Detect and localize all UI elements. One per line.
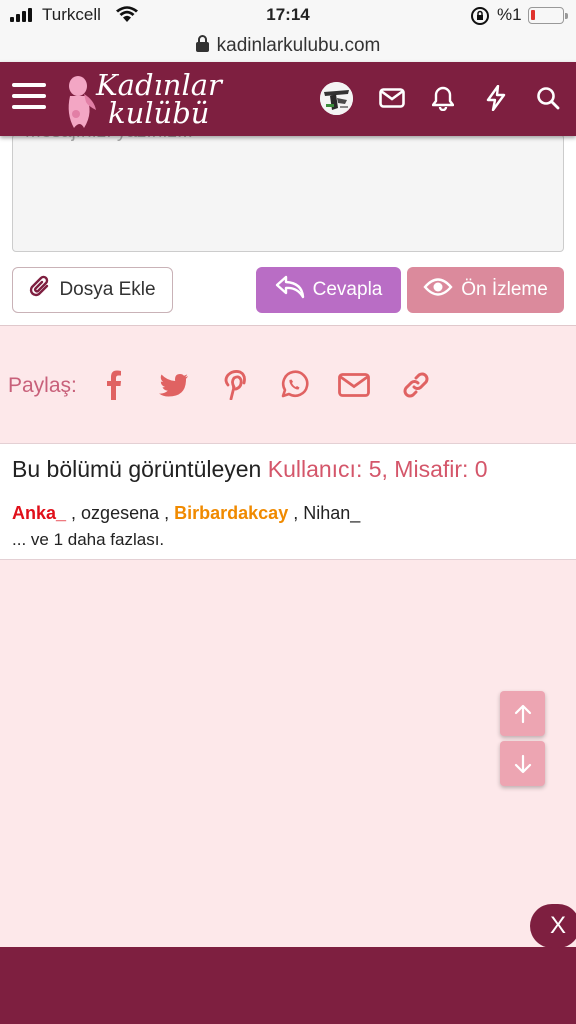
footer-bar (0, 947, 576, 1024)
viewer-separator: , (66, 503, 82, 523)
scroll-top-button[interactable] (500, 691, 545, 736)
address-bar[interactable]: kadinlarkulubu.com (0, 30, 576, 62)
viewer-user-link[interactable]: Nihan_ (303, 503, 360, 523)
mail-icon[interactable] (376, 82, 408, 114)
viewers-more: ... ve 1 daha fazlası. (12, 530, 165, 549)
bell-icon[interactable] (427, 82, 459, 114)
logo-line2: kulübü (108, 96, 210, 130)
reply-editor: Mesajınızı yazınız... Dosya Ekle Cevapla… (0, 121, 576, 326)
paperclip-icon (29, 275, 51, 305)
arrow-up-icon (514, 704, 531, 723)
close-ad-button[interactable]: X (530, 904, 576, 948)
message-textarea[interactable]: Mesajınızı yazınız... (12, 121, 564, 252)
site-logo[interactable]: Kadınlar kulübü (62, 66, 222, 132)
viewer-user-link[interactable]: ozgesena (81, 503, 159, 523)
site-header: Kadınlar kulübü (0, 62, 576, 136)
share-label: Paylaş: (8, 374, 77, 397)
rotation-lock-icon (470, 6, 490, 31)
facebook-icon[interactable] (96, 367, 132, 403)
viewer-separator: , (159, 503, 175, 523)
preview-button[interactable]: Ön İzleme (407, 267, 564, 313)
battery-icon (528, 7, 568, 24)
scroll-bottom-button[interactable] (500, 741, 545, 786)
viewer-user-link[interactable]: Birbardakcay (174, 503, 288, 523)
viewers-heading: Bu bölümü görüntüleyen Kullanıcı: 5, Mis… (12, 456, 488, 483)
bolt-icon[interactable] (480, 82, 512, 114)
email-icon[interactable] (336, 367, 372, 403)
link-icon[interactable] (398, 367, 434, 403)
avatar[interactable] (320, 82, 353, 115)
twitter-icon[interactable] (156, 367, 192, 403)
viewers-title: Bu bölümü görüntüleyen (12, 456, 262, 482)
menu-icon[interactable] (12, 83, 46, 113)
search-icon[interactable] (532, 82, 564, 114)
eye-icon (423, 276, 453, 304)
preview-label: Ön İzleme (461, 279, 548, 300)
viewers-list: Anka_ , ozgesena , Birbardakcay , Nihan_ (12, 503, 360, 524)
pinterest-icon[interactable] (216, 367, 252, 403)
lock-icon (195, 34, 209, 58)
viewers-panel: Bu bölümü görüntüleyen Kullanıcı: 5, Mis… (0, 443, 576, 560)
attach-file-label: Dosya Ekle (59, 279, 156, 300)
reply-icon (275, 275, 305, 305)
url-text[interactable]: kadinlarkulubu.com (217, 35, 381, 57)
attach-file-button[interactable]: Dosya Ekle (12, 267, 173, 313)
battery-percent: %1 (497, 5, 522, 24)
logo-figure-icon (68, 76, 96, 128)
reply-button[interactable]: Cevapla (256, 267, 401, 313)
viewer-separator: , (288, 503, 304, 523)
arrow-down-icon (514, 754, 531, 773)
share-bar: Paylaş: (0, 327, 576, 442)
status-bar: Turkcell 17:14 %1 (0, 0, 576, 30)
reply-label: Cevapla (312, 279, 383, 300)
viewers-count[interactable]: Kullanıcı: 5, Misafir: 0 (268, 456, 488, 482)
whatsapp-icon[interactable] (276, 367, 312, 403)
viewer-user-link[interactable]: Anka_ (12, 503, 66, 523)
